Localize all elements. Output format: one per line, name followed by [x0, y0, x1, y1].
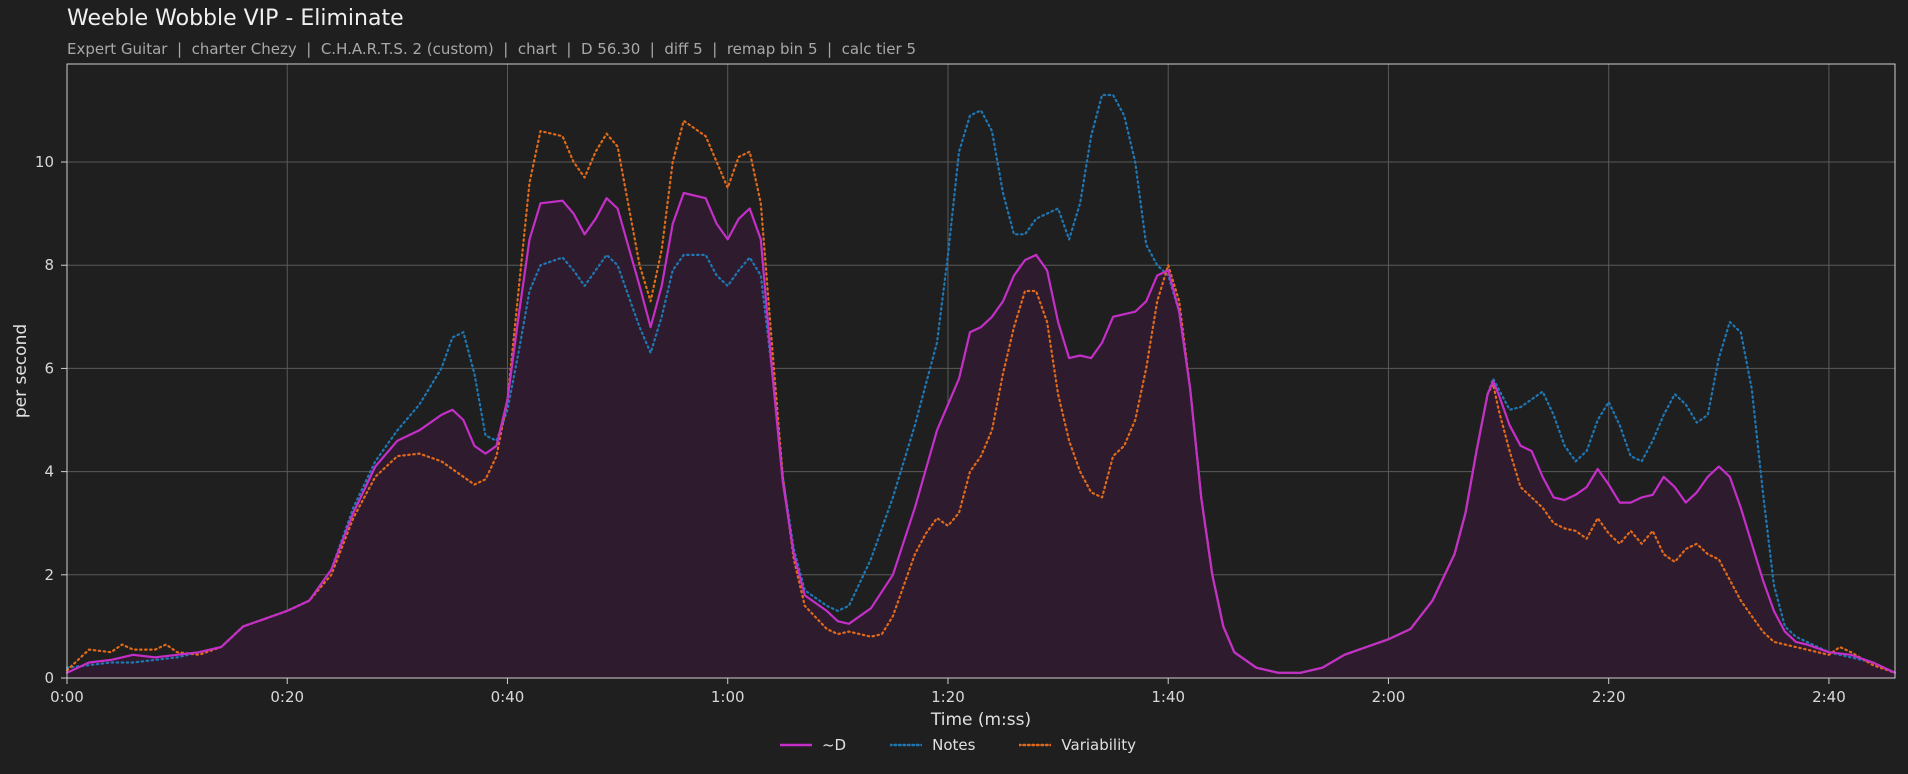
legend: ~D Notes Variability [0, 736, 1908, 754]
legend-item-notes: Notes [890, 736, 975, 754]
y-tick-label: 0 [44, 669, 54, 687]
x-tick-label: 2:00 [1372, 688, 1406, 706]
y-tick-label: 6 [44, 359, 54, 377]
y-tick-label: 10 [35, 153, 54, 171]
legend-label-notes: Notes [932, 736, 976, 754]
x-tick-label: 2:20 [1592, 688, 1626, 706]
y-tick-label: 4 [44, 463, 54, 481]
chart-svg: 0:00 0:20 0:40 1:00 1:20 1:40 2:00 2:20 2:40 0 2 4 6… [11, 63, 1897, 730]
legend-swatch-d [779, 743, 812, 747]
x-tick-label: 1:20 [931, 688, 965, 706]
x-tick-label: 0:00 [50, 688, 84, 706]
x-axis-label: Time (m:ss) [930, 710, 1031, 730]
x-tick-label: 1:40 [1151, 688, 1185, 706]
legend-item-variability: Variability [1019, 736, 1136, 754]
x-tick-label: 2:40 [1812, 688, 1846, 706]
legend-label-variability: Variability [1061, 736, 1137, 754]
x-tick-label: 1:00 [711, 688, 745, 706]
x-tick-label: 0:20 [270, 688, 304, 706]
legend-swatch-variability [1019, 743, 1052, 747]
x-tick-label: 0:40 [491, 688, 525, 706]
y-tick-label: 2 [44, 566, 54, 584]
y-tick-label: 8 [44, 256, 54, 274]
legend-label-d: ~D [821, 736, 847, 754]
legend-item-d: ~D [779, 736, 847, 754]
legend-swatch-notes [890, 743, 923, 747]
y-axis-label: per second [11, 324, 31, 418]
